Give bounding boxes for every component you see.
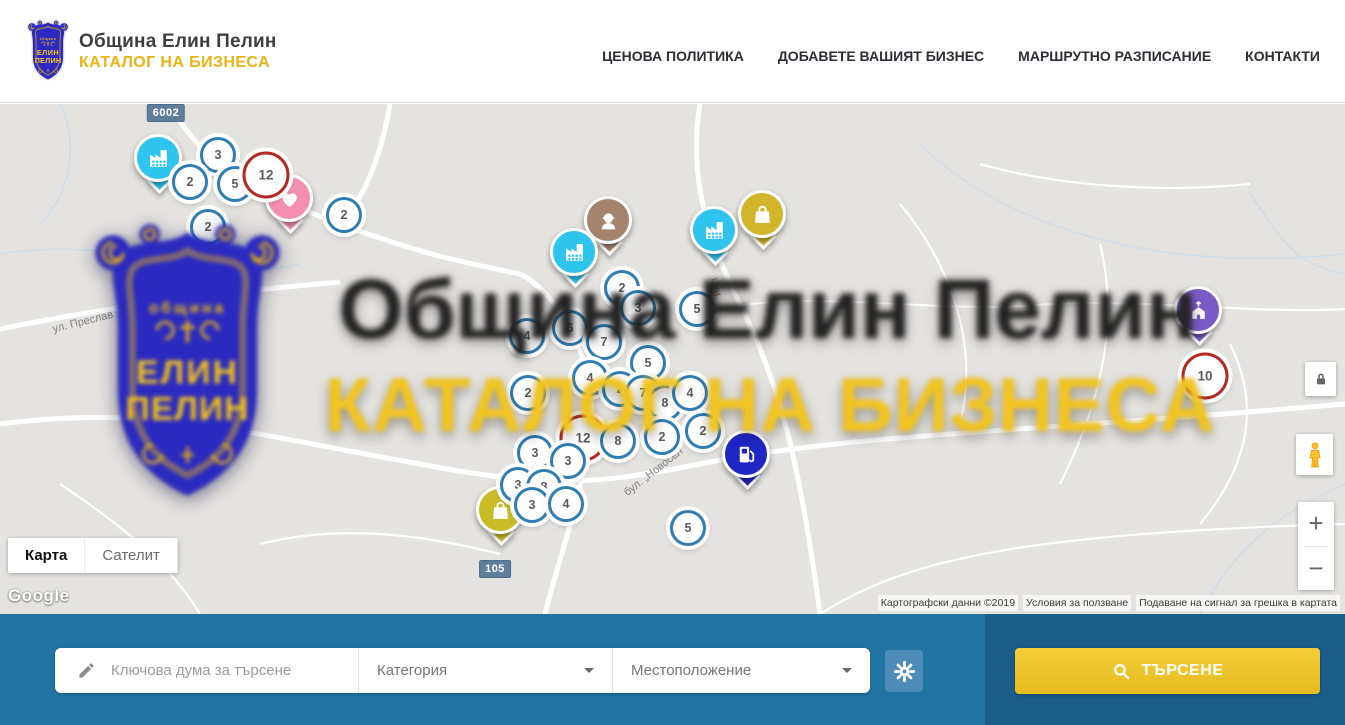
cluster-marker[interactable]: 4 (509, 318, 545, 354)
pegman-control[interactable] (1296, 434, 1333, 475)
cluster-count: 7 (601, 335, 608, 349)
keyword-field[interactable] (55, 648, 358, 693)
category-select-value: Категория (377, 662, 447, 679)
factory-icon (690, 206, 738, 254)
cluster-count: 3 (565, 454, 572, 468)
cluster-count: 3 (532, 446, 539, 460)
cluster-count: 2 (205, 220, 212, 234)
chevron-down-icon (584, 668, 594, 673)
cluster-count: 2 (619, 281, 626, 295)
shopping-bag-icon (738, 190, 786, 238)
cluster-count: 2 (659, 430, 666, 444)
cluster-marker[interactable]: 10 (1182, 353, 1229, 400)
zoom-control: + − (1298, 502, 1334, 590)
pencil-icon (77, 661, 96, 680)
cluster-count: 12 (575, 431, 590, 446)
main-nav: ЦЕНОВА ПОЛИТИКА ДОБАВЕТЕ ВАШИЯТ БИЗНЕС МАР… (602, 48, 1320, 64)
cluster-count: 4 (563, 497, 570, 511)
category-select[interactable]: Категория (358, 648, 612, 693)
cluster-marker[interactable]: 2 (644, 419, 680, 455)
cluster-marker[interactable]: 2 (510, 375, 546, 411)
lock-icon (1313, 370, 1329, 388)
cluster-marker[interactable]: 2 (190, 209, 226, 245)
chevron-down-icon (842, 668, 852, 673)
cluster-count: 8 (662, 396, 669, 410)
cluster-count: 5 (685, 521, 692, 535)
brand-subtitle: КАТАЛОГ НА БИЗНЕСА (79, 54, 277, 72)
cluster-marker[interactable]: 3 (514, 487, 550, 523)
cluster-marker[interactable]: 12 (243, 152, 290, 199)
map-canvas[interactable]: 3251222235467524278412822333834510600210… (0, 104, 1345, 614)
cluster-marker[interactable]: 2 (685, 413, 721, 449)
report-error-link[interactable]: Подаване на сигнал за грешка в картата (1136, 595, 1340, 611)
zoom-in-button[interactable]: + (1298, 502, 1334, 546)
cluster-count: 2 (700, 424, 707, 438)
cluster-count: 10 (1197, 369, 1212, 384)
search-button[interactable]: ТЪРСЕНЕ (1015, 648, 1320, 694)
cluster-count: 4 (524, 329, 531, 343)
cluster-marker[interactable]: 6 (552, 310, 588, 346)
cluster-marker[interactable]: 5 (670, 510, 706, 546)
location-select-value: Местоположение (631, 662, 751, 679)
cluster-count: 5 (694, 302, 701, 316)
municipality-emblem-icon (25, 19, 71, 83)
search-panel: Категория Местоположение ТЪРСЕНЕ (0, 614, 1345, 725)
cluster-count: 2 (525, 386, 532, 400)
nav-item-pricing-policy[interactable]: ЦЕНОВА ПОЛИТИКА (602, 48, 744, 64)
nav-item-route-schedule[interactable]: МАРШРУТНО РАЗПИСАНИЕ (1018, 48, 1211, 64)
brand-title: Община Елин Пелин (79, 31, 277, 53)
cluster-marker[interactable]: 4 (548, 486, 584, 522)
cluster-marker[interactable]: 5 (679, 291, 715, 327)
cluster-count: 5 (232, 177, 239, 191)
cluster-count: 2 (617, 382, 624, 396)
map-type-satellite-button[interactable]: Сателит (85, 538, 178, 573)
search-action-area: ТЪРСЕНЕ (985, 614, 1345, 725)
cluster-count: 6 (567, 321, 574, 335)
cluster-marker[interactable]: 8 (600, 423, 636, 459)
map-type-map-button[interactable]: Карта (8, 538, 85, 573)
cluster-marker[interactable]: 7 (586, 324, 622, 360)
search-fields: Категория Местоположение (55, 648, 870, 693)
zoom-out-button[interactable]: − (1298, 547, 1334, 591)
cluster-count: 4 (687, 386, 694, 400)
brand[interactable]: Община Елин Пелин КАТАЛОГ НА БИЗНЕСА (25, 19, 277, 83)
map-data-label: Картографски данни ©2019 (878, 595, 1018, 611)
gear-icon (893, 660, 916, 683)
fuel-icon (722, 430, 770, 478)
cluster-marker[interactable]: 4 (672, 375, 708, 411)
nav-item-contacts[interactable]: КОНТАКТИ (1245, 48, 1320, 64)
keyword-search-input[interactable] (109, 661, 343, 680)
street-view-lock-button[interactable] (1305, 362, 1336, 396)
terms-link[interactable]: Условия за ползване (1023, 595, 1131, 611)
cluster-count: 2 (187, 175, 194, 189)
google-logo[interactable]: Google (8, 586, 70, 606)
nav-item-add-your-business[interactable]: ДОБАВЕТЕ ВАШИЯТ БИЗНЕС (778, 48, 984, 64)
pegman-icon (1304, 440, 1326, 470)
cluster-count: 12 (258, 168, 273, 183)
cluster-count: 4 (587, 371, 594, 385)
factory-icon (550, 228, 598, 276)
cluster-count: 7 (640, 386, 647, 400)
road-number-badge: 6002 (147, 104, 185, 122)
advanced-settings-button[interactable] (885, 650, 923, 692)
road-number-badge: 105 (479, 560, 511, 578)
cluster-marker[interactable]: 2 (326, 197, 362, 233)
map-attribution: Картографски данни ©2019 Условия за ползв… (878, 595, 1340, 611)
map-type-switcher: КартаСателит (8, 538, 178, 573)
cluster-marker[interactable]: 3 (620, 290, 656, 326)
church-icon (1174, 286, 1222, 334)
cluster-count: 3 (215, 148, 222, 162)
cluster-count: 8 (615, 434, 622, 448)
cluster-count: 2 (341, 208, 348, 222)
header: Община Елин Пелин КАТАЛОГ НА БИЗНЕСА ЦЕН… (0, 0, 1345, 103)
cluster-count: 5 (645, 356, 652, 370)
location-select[interactable]: Местоположение (612, 648, 870, 693)
search-button-label: ТЪРСЕНЕ (1142, 662, 1224, 680)
search-icon (1112, 662, 1131, 681)
cluster-count: 3 (529, 498, 536, 512)
cluster-marker[interactable]: 3 (517, 435, 553, 471)
cluster-count: 3 (635, 301, 642, 315)
cluster-marker[interactable]: 2 (172, 164, 208, 200)
